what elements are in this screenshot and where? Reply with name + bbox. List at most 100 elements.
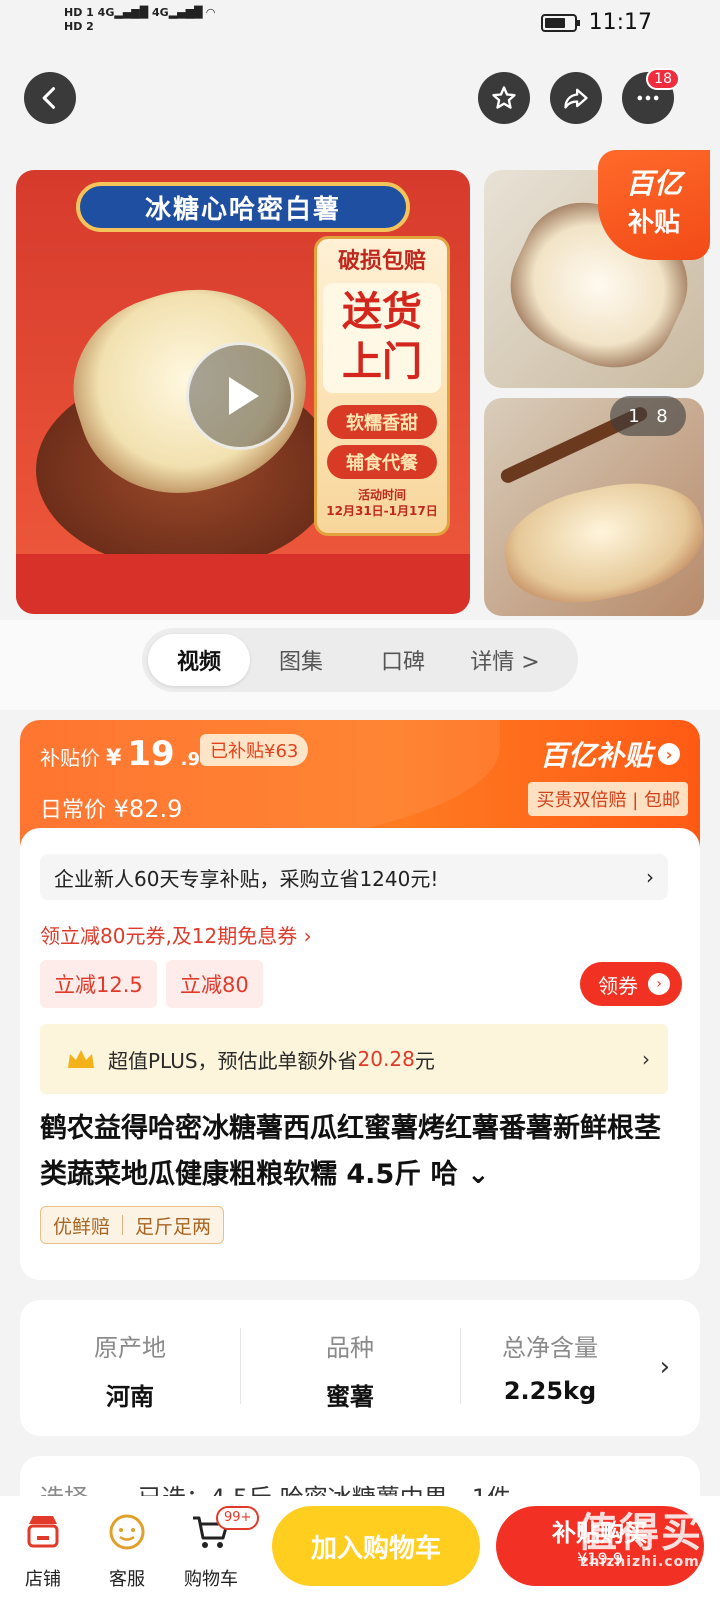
clock: 11:17 [588, 10, 652, 35]
spec-value: 蜜薯 [326, 1383, 374, 1411]
daily-price-label: 日常价 [40, 798, 107, 823]
shop-button[interactable]: 店铺 [8, 1510, 78, 1591]
banner-footer [16, 554, 470, 614]
battery-icon [540, 13, 580, 32]
get-coupon-label: 领券 [598, 973, 638, 998]
tab-video[interactable]: 视频 [148, 634, 250, 686]
subsidy-amount-badge: 已补贴¥63 [200, 734, 309, 766]
add-to-cart-button[interactable]: 加入购物车 [272, 1506, 480, 1586]
service-tag-2: 足斤足两 [135, 1215, 212, 1238]
yam-image [494, 468, 704, 616]
cart-button[interactable]: 99+ 购物车 [176, 1506, 260, 1591]
service-tags[interactable]: 优鲜赔 足斤足两 [40, 1206, 225, 1244]
shop-label: 店铺 [25, 1569, 61, 1590]
service-tag-1: 优鲜赔 [53, 1215, 111, 1238]
service-label: 客服 [109, 1569, 145, 1590]
guarantee-badge: 买贵双倍赔 | 包邮 [528, 782, 688, 816]
media-tabs: 视频 图集 口碑 详情 > [142, 628, 578, 692]
share-button[interactable] [550, 72, 602, 124]
spec-card[interactable]: 原产地 河南 品种 蜜薯 总净含量 2.25kg › [20, 1300, 700, 1436]
promo-time-label: 活动时间 [357, 488, 406, 502]
star-icon [492, 86, 516, 109]
tab-details[interactable]: 详情 > [454, 634, 556, 686]
favorite-button[interactable] [478, 72, 530, 124]
promo-time-value: 12月31日-1月17日 [326, 504, 438, 518]
promo-main-text: 送货上门 [323, 283, 441, 393]
network-indicators: HD 1 4G▂▄▆█ 4G▂▄▆█ ◠ HD 2 [64, 6, 215, 33]
main-product-video[interactable]: 冰糖心哈密白薯 破损包赔 送货上门 软糯香甜 辅食代餐 活动时间 12月31日-… [16, 170, 470, 614]
spec-label: 总净含量 [502, 1334, 598, 1362]
promo-time: 活动时间 12月31日-1月17日 [317, 487, 447, 519]
subsidy-price-label: 补贴价 [40, 746, 100, 770]
chevron-right-icon: › [642, 1047, 650, 1071]
daily-price-value: ¥82.9 [113, 795, 183, 823]
enterprise-offer[interactable]: 企业新人60天专享补贴，采购立省1240元! › [40, 854, 668, 900]
network-label-2: HD 2 [64, 20, 94, 33]
customer-service-icon [109, 1514, 145, 1550]
crown-icon [68, 1050, 94, 1068]
daily-price: 日常价 ¥82.9 [40, 792, 182, 824]
currency-symbol: ¥ [106, 746, 122, 771]
subsidy-logo[interactable]: 百亿补贴 › [540, 734, 680, 774]
spec-label: 原产地 [94, 1334, 166, 1362]
signal-label-2: 4G [152, 6, 169, 19]
counter-total: 8 [656, 405, 668, 427]
promo-pill-1: 软糯香甜 [327, 405, 437, 439]
watermark: 值得买 zhizhizhi.com [560, 1500, 720, 1570]
status-bar: HD 1 4G▂▄▆█ 4G▂▄▆█ ◠ HD 2 11:17 [0, 0, 720, 50]
share-icon [564, 88, 588, 109]
price-integer: 19 [127, 734, 175, 774]
wifi-icon: ◠ [206, 6, 215, 19]
spec-value: 2.25kg [503, 1377, 597, 1405]
cart-count-badge: 99+ [216, 1506, 260, 1530]
spec-variety: 品种 蜜薯 [240, 1328, 460, 1412]
shop-icon [27, 1516, 59, 1548]
watermark-sub: zhizhizhi.com [580, 1554, 700, 1570]
spec-value: 河南 [106, 1383, 154, 1411]
plus-unit: 元 [414, 1048, 435, 1073]
watermark-main: 值得买 [577, 1510, 703, 1556]
subsidy-price: 补贴价 ¥19.9 [40, 734, 200, 774]
tab-reviews[interactable]: 口碑 [352, 634, 454, 686]
subsidy-tag-line-1: 百亿 [625, 167, 682, 200]
chevron-right-icon: › [648, 973, 670, 995]
spec-label: 品种 [326, 1334, 374, 1362]
notification-badge: 18 [646, 68, 680, 90]
subsidy-corner-tag: 百亿 补贴 [598, 150, 710, 260]
price-decimal: .9 [180, 749, 201, 770]
subsidy-logo-text: 百亿补贴 [539, 739, 652, 772]
chevron-left-icon [42, 87, 56, 109]
plus-member-bar[interactable]: 超值PLUS，预估此单额外省 20.28 元 › [40, 1024, 668, 1094]
more-button[interactable]: 18 [622, 68, 680, 124]
discount-tag-1: 立减12.5 [40, 960, 157, 1008]
promo-top-text: 破损包赔 [337, 249, 426, 274]
discount-tag-2: 立减80 [166, 960, 263, 1008]
network-label-1: HD 1 [64, 6, 94, 19]
offers-section: 企业新人60天专享补贴，采购立省1240元! › 领立减80元券,及12期免息券… [20, 828, 700, 1280]
cart-label: 购物车 [184, 1569, 238, 1590]
spec-origin: 原产地 河南 [20, 1328, 240, 1412]
spec-net-weight: 总净含量 2.25kg [460, 1328, 640, 1405]
media-tabs-area: 视频 图集 口碑 详情 > [0, 620, 720, 710]
banner-title: 冰糖心哈密白薯 [76, 182, 410, 232]
play-button-icon[interactable] [186, 342, 294, 450]
plus-text: 超值PLUS，预估此单额外省 [108, 1048, 358, 1073]
chevron-right-icon: › [658, 743, 680, 765]
chevron-right-icon: › [659, 1352, 670, 1382]
plus-amount: 20.28 [357, 1047, 415, 1071]
product-title[interactable]: 鹤农益得哈密冰糖薯西瓜红蜜薯烤红薯番薯新鲜根茎类蔬菜地瓜健康粗粮软糯 4.5斤 … [40, 1106, 680, 1198]
counter-current: 1 [628, 405, 640, 427]
coupon-link[interactable]: 领立减80元券,及12期免息券 › [40, 920, 312, 949]
price-card: 补贴价 ¥19.9 已补贴¥63 日常价 ¥82.9 百亿补贴 › 买贵双倍赔 … [20, 720, 700, 1280]
chevron-right-icon: › [646, 865, 654, 889]
signal-label-1: 4G [97, 6, 115, 19]
tab-gallery[interactable]: 图集 [250, 634, 352, 686]
promo-pill-2: 辅食代餐 [327, 445, 437, 479]
image-counter: 1 8 [610, 396, 686, 436]
customer-service-button[interactable]: 客服 [92, 1510, 162, 1591]
get-coupon-button[interactable]: 领券 › [580, 962, 682, 1006]
back-button[interactable] [24, 72, 76, 124]
enterprise-offer-text: 企业新人60天专享补贴，采购立省1240元! [54, 866, 439, 891]
subsidy-tag-line-2: 补贴 [627, 208, 680, 238]
promo-box: 破损包赔 送货上门 软糯香甜 辅食代餐 活动时间 12月31日-1月17日 [314, 236, 450, 536]
